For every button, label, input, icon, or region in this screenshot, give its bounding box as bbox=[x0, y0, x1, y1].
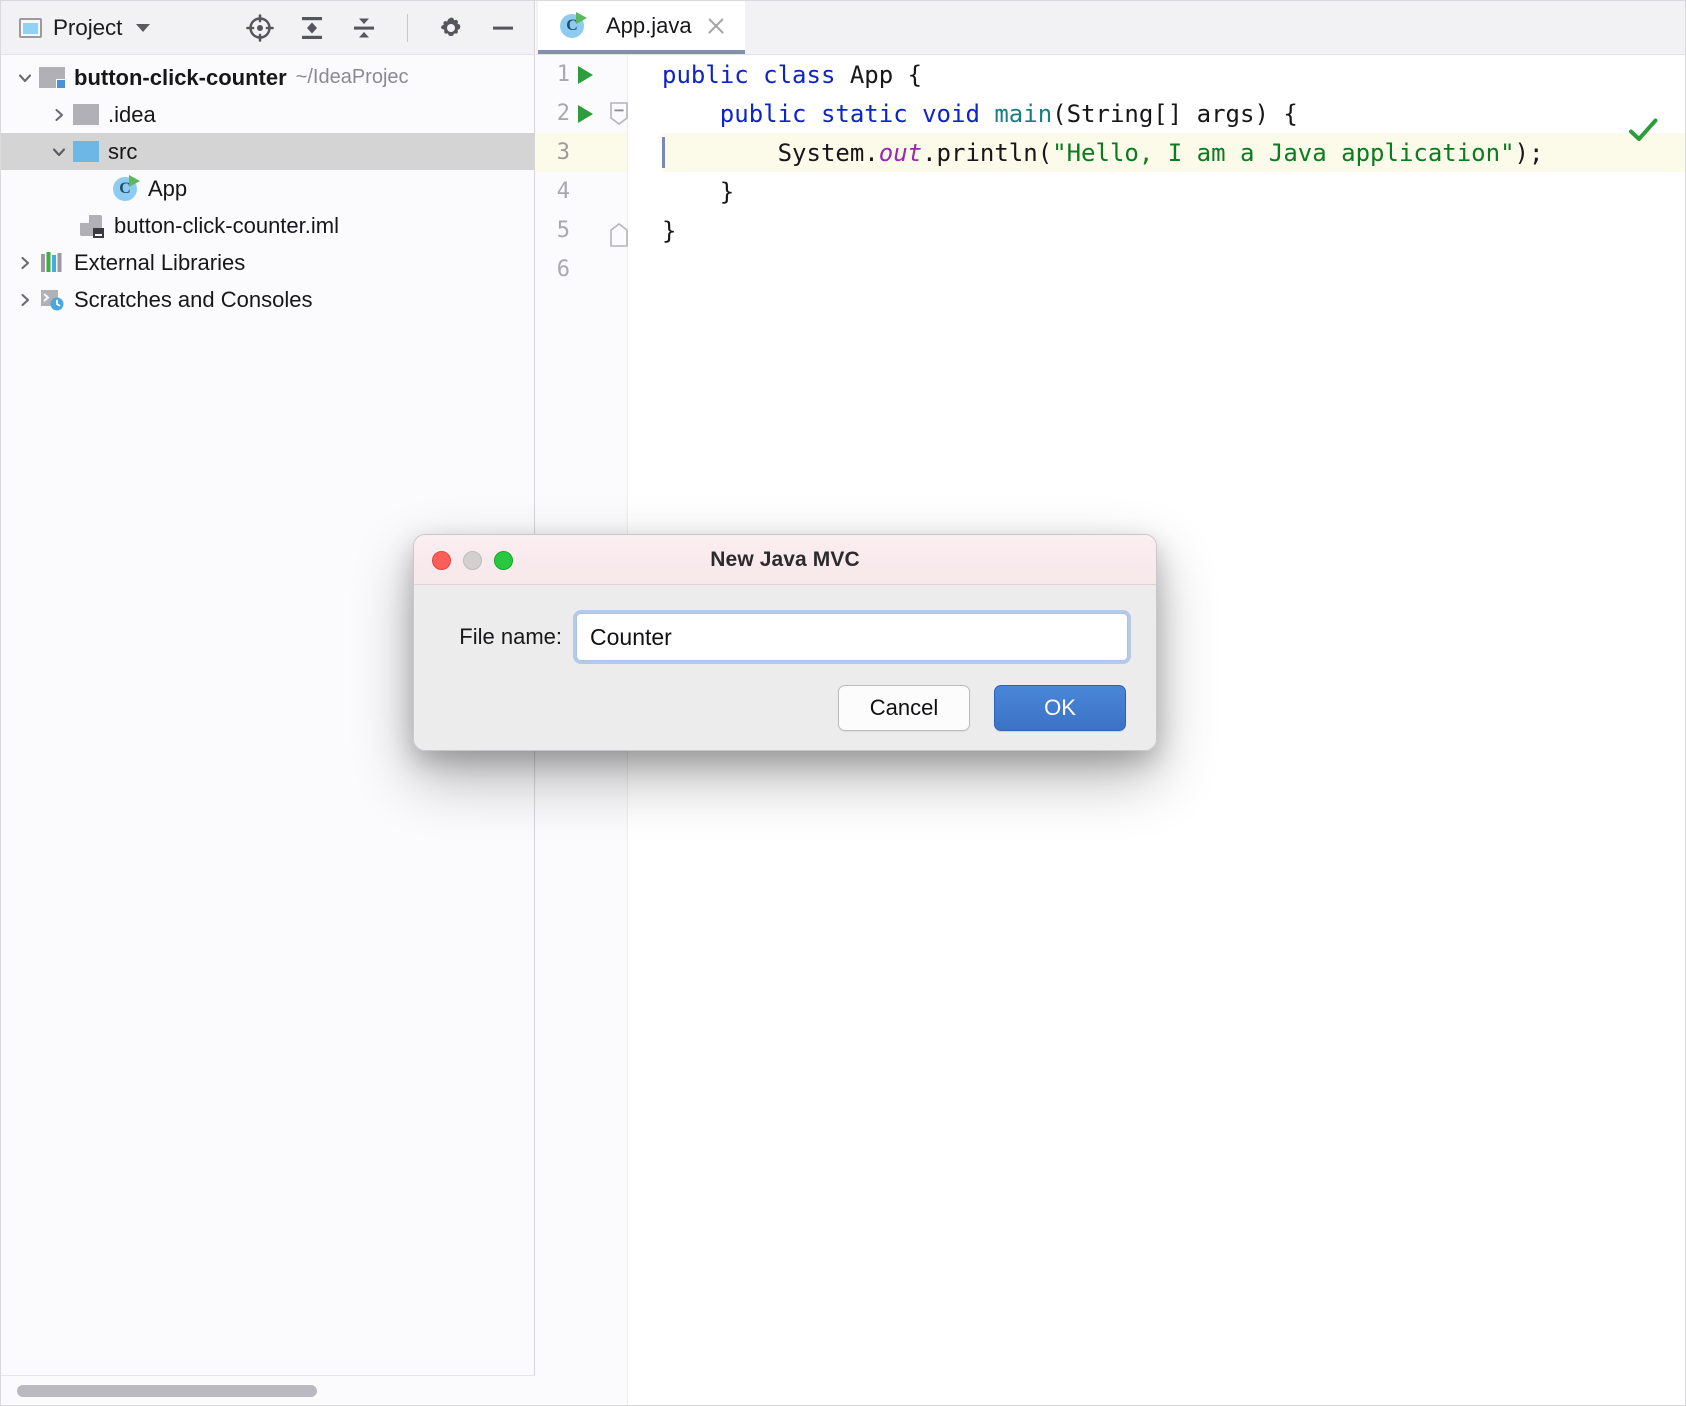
project-tree: button-click-counter ~/IdeaProjec .idea bbox=[1, 55, 534, 318]
file-name-label: File name: bbox=[414, 624, 562, 650]
dialog-title-bar: New Java MVC bbox=[414, 535, 1156, 585]
line-number: 3 bbox=[536, 140, 570, 165]
expand-all-icon[interactable] bbox=[295, 11, 329, 45]
gutter-line: 4 bbox=[536, 172, 627, 211]
dialog-body: File name: Cancel OK bbox=[414, 585, 1156, 751]
gutter-line: 1 bbox=[536, 55, 627, 94]
editor-tab-label: App.java bbox=[606, 13, 692, 39]
fold-marker-end-icon[interactable] bbox=[608, 223, 628, 245]
tree-label: button-click-counter.iml bbox=[114, 213, 339, 239]
editor-tab-app-java[interactable]: C App.java bbox=[538, 1, 745, 54]
editor-tab-strip: C App.java bbox=[536, 1, 1686, 55]
project-title-group[interactable]: Project bbox=[19, 15, 150, 41]
project-toolbar: Project bbox=[1, 1, 534, 55]
tree-row-idea[interactable]: .idea bbox=[1, 96, 534, 133]
gear-icon[interactable] bbox=[434, 11, 468, 45]
dialog-title: New Java MVC bbox=[414, 548, 1156, 572]
tree-row-project-root[interactable]: button-click-counter ~/IdeaProjec bbox=[1, 59, 534, 96]
cancel-button[interactable]: Cancel bbox=[838, 685, 970, 731]
zoom-button[interactable] bbox=[494, 551, 513, 570]
project-horizontal-scrollbar[interactable] bbox=[1, 1375, 535, 1406]
toolbar-separator bbox=[407, 14, 408, 42]
tree-row-src[interactable]: src bbox=[1, 133, 534, 170]
line-number: 2 bbox=[536, 101, 570, 126]
scratches-icon bbox=[39, 288, 65, 312]
tree-label: External Libraries bbox=[74, 250, 245, 276]
iml-file-icon bbox=[79, 214, 105, 238]
minimize-icon[interactable] bbox=[486, 11, 520, 45]
tree-label: App bbox=[148, 176, 187, 202]
chevron-down-icon[interactable] bbox=[11, 69, 39, 87]
folder-gray-icon bbox=[73, 104, 99, 125]
project-tool-window-label: Project bbox=[53, 15, 122, 41]
window-controls bbox=[432, 551, 513, 570]
chevron-down-icon[interactable] bbox=[45, 143, 73, 161]
tree-row-scratches-and-consoles[interactable]: Scratches and Consoles bbox=[1, 281, 534, 318]
java-class-icon: C bbox=[560, 13, 586, 39]
project-window-icon bbox=[19, 18, 42, 38]
minimize-button[interactable] bbox=[463, 551, 482, 570]
code-line-3-current: System.out.println("Hello, I am a Java a… bbox=[662, 133, 1686, 172]
collapse-all-icon[interactable] bbox=[347, 11, 381, 45]
line-number: 4 bbox=[536, 179, 570, 204]
text-caret bbox=[662, 137, 665, 168]
tree-label: src bbox=[108, 139, 137, 165]
tree-row-iml-file[interactable]: button-click-counter.iml bbox=[1, 207, 534, 244]
line-number: 1 bbox=[536, 62, 570, 87]
line-number: 6 bbox=[536, 257, 570, 282]
gutter-line-current: 3 bbox=[536, 133, 627, 172]
libraries-icon bbox=[39, 251, 65, 275]
new-java-mvc-dialog: New Java MVC File name: Cancel OK bbox=[413, 534, 1157, 751]
chevron-right-icon[interactable] bbox=[11, 254, 39, 272]
gutter-line: 6 bbox=[536, 250, 627, 289]
tree-row-app-class[interactable]: C App bbox=[1, 170, 534, 207]
chevron-right-icon[interactable] bbox=[45, 106, 73, 124]
scrollbar-thumb[interactable] bbox=[17, 1385, 317, 1397]
code-line-2: public static void main(String[] args) { bbox=[662, 94, 1686, 133]
tree-label: button-click-counter bbox=[74, 65, 287, 91]
line-number: 5 bbox=[536, 218, 570, 243]
code-line-1: public class App { bbox=[662, 55, 1686, 94]
file-name-row: File name: bbox=[414, 611, 1156, 663]
code-line-5: } bbox=[662, 211, 1686, 250]
run-gutter-icon[interactable] bbox=[578, 105, 593, 123]
tree-row-external-libraries[interactable]: External Libraries bbox=[1, 244, 534, 281]
java-class-icon: C bbox=[113, 176, 139, 202]
fold-marker-collapse-icon[interactable] bbox=[608, 102, 628, 124]
chevron-down-icon[interactable] bbox=[136, 24, 150, 32]
file-name-input[interactable] bbox=[576, 613, 1128, 661]
ok-button[interactable]: OK bbox=[994, 685, 1126, 731]
inspection-ok-check-icon[interactable] bbox=[1626, 113, 1660, 147]
tree-label: .idea bbox=[108, 102, 156, 128]
close-button[interactable] bbox=[432, 551, 451, 570]
tree-label: Scratches and Consoles bbox=[74, 287, 312, 313]
ide-window: Project bbox=[0, 0, 1686, 1406]
dialog-button-row: Cancel OK bbox=[838, 685, 1126, 731]
module-folder-icon bbox=[39, 67, 65, 88]
chevron-right-icon[interactable] bbox=[11, 291, 39, 309]
close-icon[interactable] bbox=[703, 13, 729, 39]
locate-icon[interactable] bbox=[243, 11, 277, 45]
project-toolbar-actions bbox=[243, 11, 520, 45]
code-line-6 bbox=[662, 250, 1686, 289]
folder-blue-icon bbox=[73, 141, 99, 162]
run-gutter-icon[interactable] bbox=[578, 66, 593, 84]
code-line-4: } bbox=[662, 172, 1686, 211]
project-path-hint: ~/IdeaProjec bbox=[296, 66, 409, 89]
